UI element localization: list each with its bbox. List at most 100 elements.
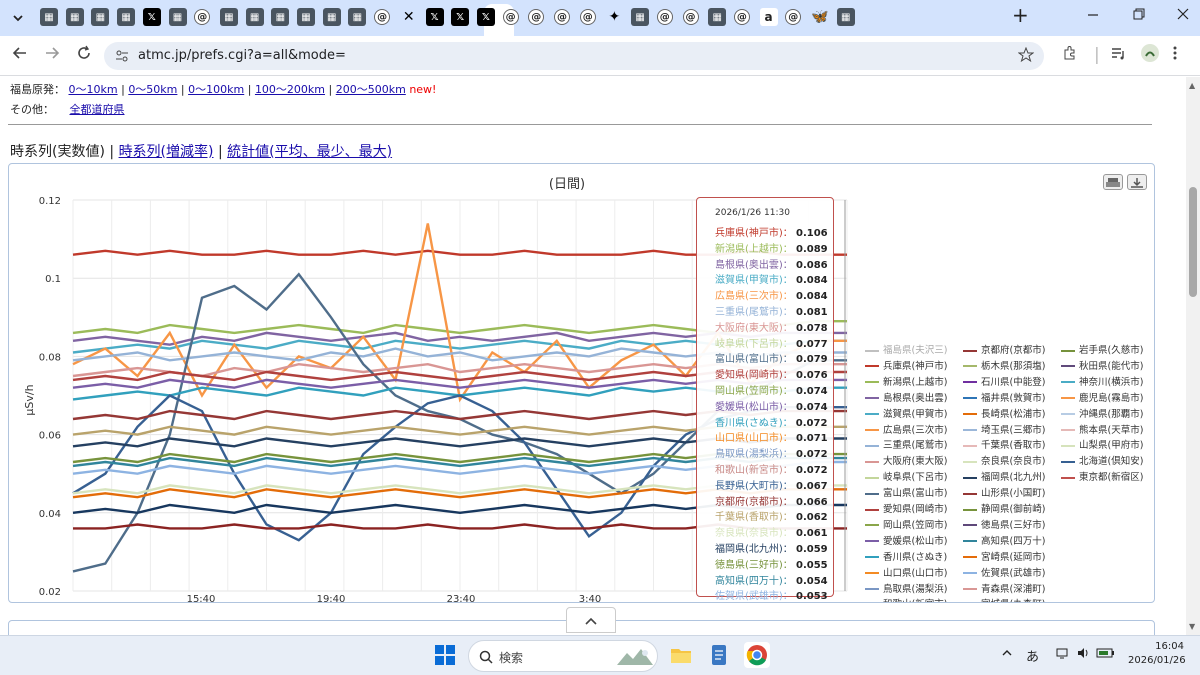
- site-icon[interactable]: ▦: [65, 8, 84, 26]
- minimize-icon[interactable]: [1086, 6, 1100, 25]
- threads-icon[interactable]: @: [374, 9, 391, 25]
- legend-item[interactable]: 栃木県(那須塩): [963, 358, 1045, 372]
- site-icon[interactable]: ▦: [297, 8, 315, 26]
- legend-item[interactable]: 秋田県(能代市): [1061, 358, 1143, 372]
- network-icon[interactable]: [1056, 646, 1070, 664]
- legend-item[interactable]: 山口県(山口市): [865, 565, 947, 579]
- notepad-icon[interactable]: [706, 642, 732, 668]
- amazon-icon[interactable]: a: [759, 8, 778, 26]
- forward-icon[interactable]: [44, 45, 60, 66]
- site-icon[interactable]: ▦: [91, 8, 110, 26]
- legend-item[interactable]: 兵庫県(神戸市): [865, 358, 947, 372]
- legend-item[interactable]: 宮城県(丸森町): [963, 596, 1045, 602]
- threads-icon[interactable]: @: [579, 9, 596, 25]
- x-icon[interactable]: 𝕏: [142, 8, 161, 26]
- legend-item[interactable]: 福岡県(北九州): [963, 469, 1045, 483]
- start-windows-icon[interactable]: [432, 642, 458, 668]
- tab-timeseries-rate[interactable]: 時系列(増減率): [119, 144, 214, 160]
- site-icon[interactable]: ▦: [348, 8, 367, 26]
- legend-item[interactable]: 北海道(倶知安): [1061, 453, 1143, 467]
- x-icon[interactable]: 𝕏: [476, 8, 495, 26]
- legend-item[interactable]: 和歌山(新宮市): [865, 596, 947, 602]
- legend-item[interactable]: 鹿児島(霧島市): [1061, 390, 1143, 404]
- site-icon[interactable]: ▦: [836, 8, 855, 26]
- legend-item[interactable]: 佐賀県(武雄市): [963, 565, 1045, 579]
- chrome-icon[interactable]: [744, 642, 770, 668]
- legend-item[interactable]: 新潟県(上越市): [865, 374, 947, 388]
- legend-item[interactable]: 静岡県(御前崎): [963, 501, 1045, 515]
- bluesky-icon[interactable]: 🦋: [811, 8, 829, 26]
- legend-item[interactable]: 青森県(深浦町): [963, 581, 1045, 595]
- site-icon[interactable]: ▦: [117, 8, 136, 26]
- tab-statistics[interactable]: 統計値(平均、最少、最大): [227, 144, 392, 160]
- threads-icon[interactable]: @: [656, 9, 673, 25]
- site-icon[interactable]: ▦: [40, 8, 58, 26]
- page-scrollbar[interactable]: ▲ ▼: [1186, 77, 1200, 635]
- legend-item[interactable]: 岩手県(久慈市): [1061, 342, 1143, 356]
- legend-item[interactable]: 石川県(中能登): [963, 374, 1045, 388]
- legend-item[interactable]: 長崎県(松浦市): [963, 406, 1045, 420]
- legend-item[interactable]: 埼玉県(三郷市): [963, 422, 1045, 436]
- threads-icon[interactable]: @: [554, 9, 570, 25]
- legend-item[interactable]: 愛媛県(松山市): [865, 533, 947, 547]
- battery-icon[interactable]: [1096, 646, 1116, 664]
- x-icon[interactable]: 𝕏: [425, 8, 444, 26]
- close-window-icon[interactable]: [1176, 6, 1190, 25]
- new-tab-button[interactable]: +: [1012, 3, 1029, 27]
- legend-item[interactable]: 岐阜県(下呂市): [865, 469, 947, 483]
- scroll-up-icon[interactable]: ▲: [1189, 81, 1195, 90]
- site-info-icon[interactable]: [114, 48, 130, 68]
- link-0-10km[interactable]: 0〜10km: [69, 83, 118, 96]
- tab-list-chevron-icon[interactable]: [8, 8, 28, 28]
- collapse-chevron-icon[interactable]: [566, 607, 616, 633]
- legend-item[interactable]: 三重県(尾鷲市): [865, 437, 947, 451]
- legend-item[interactable]: 鳥取県(湯梨浜): [865, 581, 947, 595]
- legend-item[interactable]: 千葉県(香取市): [963, 437, 1045, 451]
- legend-item[interactable]: 岡山県(笠岡市): [865, 517, 947, 531]
- legend-item[interactable]: 広島県(三次市): [865, 422, 947, 436]
- legend-item[interactable]: 京都府(京都市): [963, 342, 1045, 356]
- ime-indicator[interactable]: あ: [1026, 646, 1039, 665]
- address-bar[interactable]: atmc.jp/prefs.cgi?a=all&mode=: [104, 42, 1044, 70]
- link-200-500km[interactable]: 200〜500km: [336, 83, 406, 96]
- threads-icon[interactable]: @: [528, 9, 545, 25]
- extensions-icon[interactable]: [1062, 45, 1078, 66]
- close-icon[interactable]: ✕: [400, 8, 418, 26]
- legend-item[interactable]: 宮崎県(延岡市): [963, 549, 1045, 563]
- site-icon[interactable]: ▦: [708, 8, 727, 26]
- link-0-50km[interactable]: 0〜50km: [128, 83, 177, 96]
- menu-kebab-icon[interactable]: [1172, 45, 1178, 66]
- legend-item[interactable]: 山形県(小国町): [963, 485, 1045, 499]
- tray-chevron-icon[interactable]: [1000, 646, 1014, 664]
- legend-item[interactable]: 富山県(富山市): [865, 485, 947, 499]
- legend-item[interactable]: 沖縄県(那覇市): [1061, 406, 1143, 420]
- volume-icon[interactable]: [1076, 646, 1090, 664]
- file-explorer-icon[interactable]: [668, 642, 694, 668]
- site-icon[interactable]: ▦: [219, 8, 238, 26]
- taskbar-search[interactable]: 検索: [468, 640, 658, 672]
- legend-item[interactable]: 奈良県(奈良市): [963, 453, 1045, 467]
- link-0-100km[interactable]: 0〜100km: [188, 83, 244, 96]
- legend-item[interactable]: 徳島県(三好市): [963, 517, 1045, 531]
- legend-item[interactable]: 高知県(四万十): [963, 533, 1045, 547]
- link-100-200km[interactable]: 100〜200km: [255, 83, 325, 96]
- reload-icon[interactable]: [76, 45, 92, 66]
- threads-icon[interactable]: @: [502, 9, 519, 25]
- legend-item[interactable]: 東京都(新宿区): [1061, 469, 1143, 483]
- download-icon[interactable]: [1127, 174, 1147, 190]
- threads-icon[interactable]: @: [682, 9, 699, 25]
- link-all-prefectures[interactable]: 全都道府県: [70, 103, 125, 116]
- threads-icon[interactable]: @: [733, 9, 750, 25]
- site-icon[interactable]: ▦: [245, 8, 264, 26]
- legend-item[interactable]: 大阪府(東大阪): [865, 453, 947, 467]
- scrollbar-thumb[interactable]: [1189, 187, 1197, 297]
- site-icon[interactable]: ▦: [168, 8, 187, 26]
- scroll-down-icon[interactable]: ▼: [1189, 622, 1195, 631]
- restore-icon[interactable]: [1132, 6, 1146, 25]
- site-icon[interactable]: ▦: [271, 8, 290, 26]
- threads-icon[interactable]: @: [194, 9, 211, 25]
- legend-item[interactable]: 山梨県(甲府市): [1061, 437, 1143, 451]
- legend-item[interactable]: 福島県(夫沢三): [865, 342, 947, 356]
- legend-item[interactable]: 熊本県(天草市): [1061, 422, 1143, 436]
- site-icon[interactable]: ▦: [631, 8, 650, 26]
